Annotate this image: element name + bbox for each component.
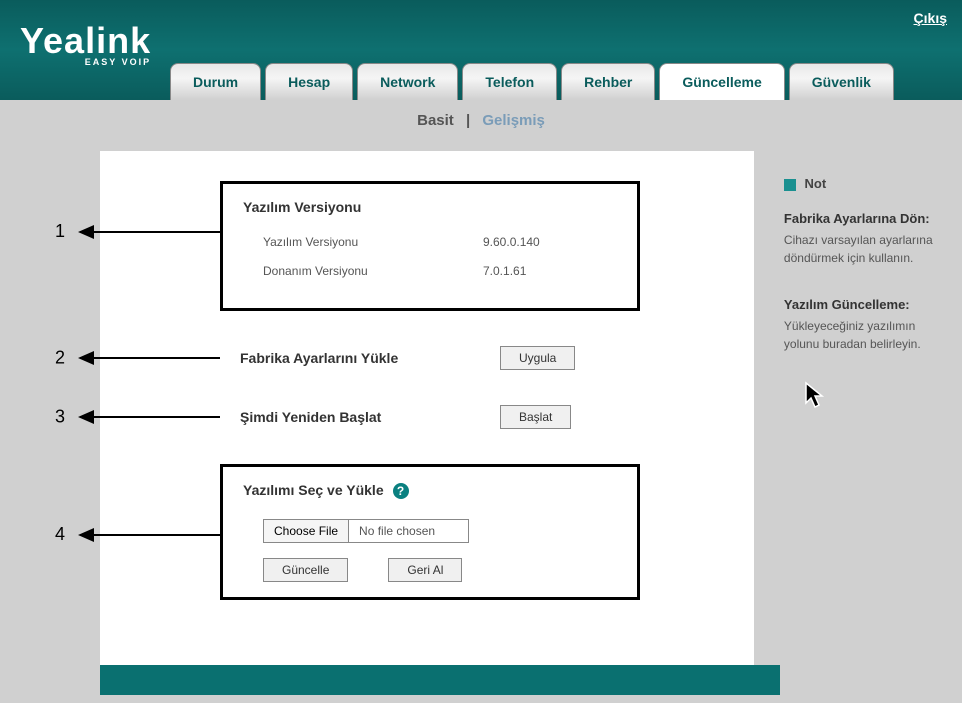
- restart-button[interactable]: Başlat: [500, 405, 571, 429]
- note-update-text: Yükleyeceğiniz yazılımın yolunu buradan …: [784, 317, 947, 353]
- callout-arrow-icon: [80, 357, 220, 359]
- tab-upgrade[interactable]: Güncelleme: [659, 63, 784, 100]
- tab-security[interactable]: Güvenlik: [789, 63, 894, 100]
- callout-arrow-icon: [80, 534, 220, 536]
- subnav-basic[interactable]: Basit: [417, 112, 454, 129]
- help-icon[interactable]: ?: [393, 483, 409, 499]
- file-chosen-text: No file chosen: [349, 519, 469, 543]
- logo: Yealink EASY VOIP: [20, 20, 151, 67]
- subnav-separator: |: [466, 112, 470, 129]
- version-box: Yazılım Versiyonu Yazılım Versiyonu 9.60…: [220, 181, 640, 311]
- callout-number-4: 4: [55, 524, 65, 545]
- restart-label: Şimdi Yeniden Başlat: [240, 409, 420, 425]
- note-header: Not: [784, 176, 947, 191]
- logo-text: Yealink: [20, 20, 151, 62]
- factory-reset-label: Fabrika Ayarlarını Yükle: [240, 350, 420, 366]
- callout-arrow-icon: [80, 231, 220, 233]
- sub-nav: Basit | Gelişmiş: [0, 100, 962, 141]
- hardware-version-row: Donanım Versiyonu 7.0.1.61: [243, 264, 617, 278]
- sidebar-notes: Not Fabrika Ayarlarına Dön: Cihazı varsa…: [784, 151, 947, 665]
- hardware-version-value: 7.0.1.61: [483, 264, 526, 278]
- callout-number-1: 1: [55, 221, 65, 242]
- footer-bar: [100, 665, 780, 695]
- upload-box: Yazılımı Seç ve Yükle ? Choose File No f…: [220, 464, 640, 600]
- hardware-version-label: Donanım Versiyonu: [263, 264, 403, 278]
- tab-account[interactable]: Hesap: [265, 63, 353, 100]
- note-update-title: Yazılım Güncelleme:: [784, 297, 947, 312]
- tab-network[interactable]: Network: [357, 63, 458, 100]
- callout-arrow-icon: [80, 416, 220, 418]
- choose-file-button[interactable]: Choose File: [263, 519, 349, 543]
- cursor-icon: [804, 381, 828, 411]
- upload-title: Yazılımı Seç ve Yükle ?: [243, 482, 617, 499]
- tab-directory[interactable]: Rehber: [561, 63, 655, 100]
- file-chooser-row: Choose File No file chosen: [263, 519, 617, 543]
- upload-title-text: Yazılımı Seç ve Yükle: [243, 482, 384, 498]
- note-icon: [784, 179, 796, 191]
- apply-button[interactable]: Uygula: [500, 346, 575, 370]
- firmware-version-value: 9.60.0.140: [483, 235, 540, 249]
- version-box-title: Yazılım Versiyonu: [243, 199, 617, 215]
- note-header-text: Not: [805, 176, 827, 191]
- firmware-version-row: Yazılım Versiyonu 9.60.0.140: [243, 235, 617, 249]
- tab-status[interactable]: Durum: [170, 63, 261, 100]
- main-tabs: Durum Hesap Network Telefon Rehber Günce…: [170, 63, 894, 100]
- callout-number-2: 2: [55, 348, 65, 369]
- revert-button[interactable]: Geri Al: [388, 558, 462, 582]
- logout-link[interactable]: Çıkış: [914, 10, 947, 26]
- callout-number-3: 3: [55, 407, 65, 428]
- firmware-version-label: Yazılım Versiyonu: [263, 235, 403, 249]
- main-content: 1 Yazılım Versiyonu Yazılım Versiyonu 9.…: [100, 151, 754, 665]
- tab-phone[interactable]: Telefon: [462, 63, 557, 100]
- note-factory-text: Cihazı varsayılan ayarlarına döndürmek i…: [784, 231, 947, 267]
- note-factory-title: Fabrika Ayarlarına Dön:: [784, 211, 947, 226]
- subnav-advanced[interactable]: Gelişmiş: [482, 112, 545, 129]
- update-button[interactable]: Güncelle: [263, 558, 348, 582]
